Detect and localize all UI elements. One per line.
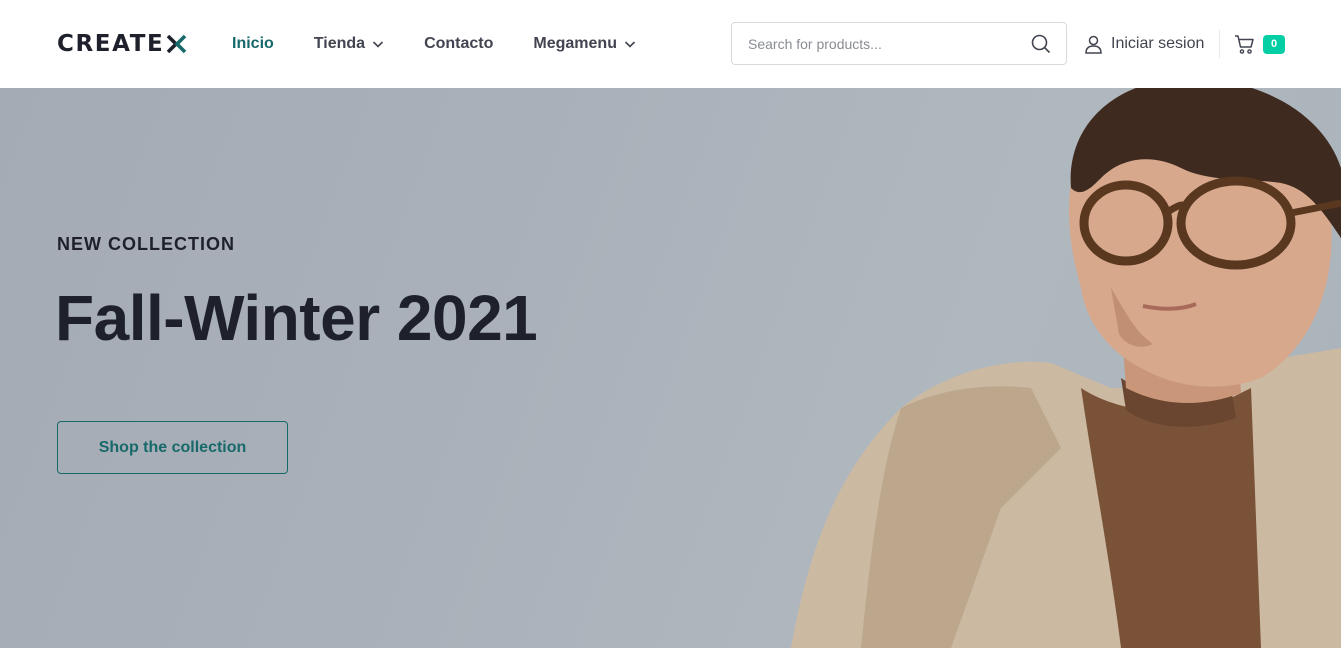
shop-collection-button[interactable]: Shop the collection (57, 421, 288, 474)
logo-text: CREATE (57, 31, 165, 57)
nav-item-inicio[interactable]: Inicio (232, 35, 274, 53)
logo[interactable]: CREATE (57, 31, 187, 57)
nav-item-contacto[interactable]: Contacto (424, 35, 493, 53)
chevron-down-icon (624, 41, 636, 48)
chevron-down-icon (372, 41, 384, 48)
cart-count-badge: 0 (1263, 34, 1285, 54)
search-input[interactable] (748, 33, 1018, 55)
nav-label: Inicio (232, 35, 274, 52)
hero-title: Fall-Winter 2021 (55, 282, 538, 354)
cart-button[interactable]: 0 (1234, 32, 1285, 56)
nav-label: Megamenu (533, 35, 617, 52)
header-divider (1219, 30, 1220, 58)
nav-item-megamenu[interactable]: Megamenu (533, 35, 636, 53)
hero-eyebrow: NEW COLLECTION (57, 234, 235, 254)
hero-model-image (791, 88, 1341, 648)
signin-label: Iniciar sesion (1111, 35, 1205, 52)
nav-label: Tienda (313, 35, 366, 52)
nav-item-tienda[interactable]: Tienda (314, 35, 384, 53)
search-box (731, 22, 1067, 65)
user-icon (1085, 35, 1102, 54)
logo-x-mark (167, 34, 187, 54)
hero-banner: NEW COLLECTION Fall-Winter 2021 Shop the… (0, 88, 1341, 648)
search-icon[interactable] (1031, 34, 1051, 54)
nav-label: Contacto (424, 35, 494, 52)
site-header: CREATE Inicio Tienda Contacto Megamenu S… (0, 0, 1341, 88)
cart-icon (1235, 34, 1254, 54)
signin-link[interactable]: Iniciar sesion (1084, 33, 1204, 55)
main-nav: Inicio Tienda Contacto Megamenu (232, 33, 676, 55)
